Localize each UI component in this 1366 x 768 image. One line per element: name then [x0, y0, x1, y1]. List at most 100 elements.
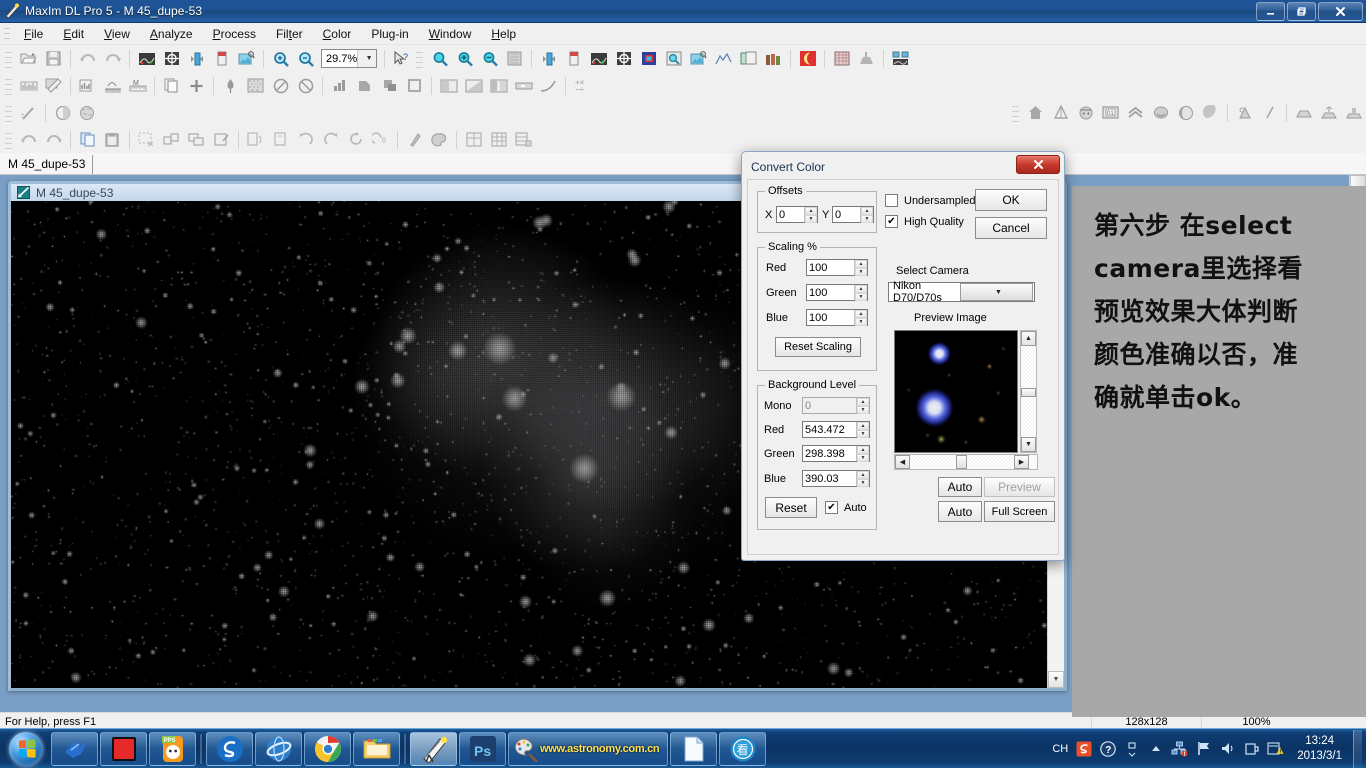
- preview-auto-button-1[interactable]: Auto: [938, 477, 982, 497]
- help-pointer-icon[interactable]: ?: [390, 48, 413, 70]
- spin-up-icon[interactable]: ▲: [861, 207, 873, 215]
- stack-icon[interactable]: [737, 48, 760, 70]
- menu-edit[interactable]: Edit: [53, 25, 94, 43]
- offset-y-spinner[interactable]: ▲▼: [832, 206, 874, 223]
- spinner-buttons[interactable]: ▲ ▼: [854, 310, 867, 326]
- background-auto-checkbox[interactable]: ✔ Auto: [825, 501, 867, 514]
- spinner-buttons[interactable]: ▲ ▼: [854, 260, 867, 276]
- noise-icon[interactable]: [244, 75, 267, 97]
- spin-down-icon[interactable]: ▼: [857, 454, 869, 462]
- mosaic-icon[interactable]: [889, 48, 912, 70]
- bg-blue-input[interactable]: [803, 471, 856, 486]
- zoom-in-magnifier-icon[interactable]: [453, 48, 476, 70]
- spinner-buttons[interactable]: ▲ ▼: [804, 207, 817, 223]
- spinner-buttons[interactable]: ▲ ▼: [856, 471, 869, 487]
- checkbox-box[interactable]: ✔: [825, 501, 838, 514]
- toolbar-grip[interactable]: [5, 76, 12, 95]
- square-icon[interactable]: [403, 75, 426, 97]
- moon-icon[interactable]: [796, 48, 819, 70]
- checkbox-box[interactable]: ✔: [885, 215, 898, 228]
- flag-icon[interactable]: [1195, 740, 1212, 757]
- show-desktop-button[interactable]: [1353, 729, 1362, 768]
- undersampled-checkbox[interactable]: Undersampled: [885, 194, 976, 207]
- tray2-icon[interactable]: [1317, 102, 1340, 124]
- circle-slash-icon[interactable]: [269, 75, 292, 97]
- select-camera-combobox[interactable]: Nikon D70/D70s ▼: [888, 280, 1035, 304]
- spin-down-icon[interactable]: ▼: [857, 430, 869, 438]
- spinner-buttons[interactable]: ▲ ▼: [856, 422, 869, 438]
- spin-down-icon[interactable]: ▼: [805, 215, 817, 223]
- color-frame-icon[interactable]: [637, 48, 660, 70]
- maximize-button[interactable]: [1287, 2, 1316, 21]
- redo-icon[interactable]: [42, 129, 65, 151]
- taskbar-item-astronomy[interactable]: www.astronomy.com.cn: [508, 731, 668, 766]
- taskbar-item-photoshop[interactable]: Ps: [459, 731, 506, 766]
- flip-icon[interactable]: [537, 48, 560, 70]
- taskbar-item-kan[interactable]: 看: [719, 731, 766, 766]
- ime-indicator[interactable]: CH: [1052, 740, 1068, 757]
- menu-filter[interactable]: Filter: [266, 25, 313, 43]
- preview-hscroll-thumb[interactable]: [956, 455, 967, 469]
- planet-icon[interactable]: [51, 102, 74, 124]
- taskbar-item-sogou[interactable]: [206, 731, 253, 766]
- edit-shape-icon[interactable]: [210, 129, 233, 151]
- calibrate-icon[interactable]: [210, 48, 233, 70]
- calibrate-icon[interactable]: [562, 48, 585, 70]
- wand-icon[interactable]: [17, 102, 40, 124]
- spinner-buttons[interactable]: ▲ ▼: [860, 207, 873, 223]
- table3-icon[interactable]: [512, 129, 535, 151]
- preview-image-box[interactable]: [894, 330, 1018, 453]
- dialog-close-button[interactable]: [1016, 155, 1060, 174]
- spin-up-icon[interactable]: ▲: [805, 207, 817, 215]
- redo-icon[interactable]: [101, 48, 124, 70]
- reset-background-button[interactable]: Reset: [765, 497, 817, 518]
- grid-icon[interactable]: [830, 48, 853, 70]
- full-screen-button[interactable]: Full Screen: [984, 501, 1055, 522]
- slash-icon[interactable]: [1258, 102, 1281, 124]
- shapes-icon[interactable]: [353, 75, 376, 97]
- copy-info-icon[interactable]: [160, 75, 183, 97]
- tray1-icon[interactable]: [1292, 102, 1315, 124]
- chevrons-icon[interactable]: [1124, 102, 1147, 124]
- table2-icon[interactable]: [487, 129, 510, 151]
- help-icon[interactable]: ?: [1099, 740, 1116, 757]
- histogram-icon[interactable]: [17, 75, 40, 97]
- preview-auto-button-2[interactable]: Auto: [938, 501, 982, 522]
- table1-icon[interactable]: [462, 129, 485, 151]
- undo-icon[interactable]: [17, 129, 40, 151]
- pencil-icon[interactable]: [403, 129, 426, 151]
- taskbar-item-chrome[interactable]: [304, 731, 351, 766]
- crosshair-icon[interactable]: [612, 48, 635, 70]
- batch-process-icon[interactable]: [687, 48, 710, 70]
- scaling-blue-spinner[interactable]: ▲▼: [806, 309, 868, 326]
- scaling-green-input[interactable]: [807, 285, 854, 300]
- spin-down-icon[interactable]: ▼: [855, 318, 867, 326]
- taskbar-item-red[interactable]: [100, 731, 147, 766]
- preview-scroll-right-icon[interactable]: ▶: [1014, 455, 1029, 469]
- reset-scaling-button[interactable]: Reset Scaling: [775, 337, 861, 357]
- chevron-down-icon[interactable]: ▼: [960, 283, 1033, 301]
- column-graph-icon[interactable]: [76, 75, 99, 97]
- moon-crescent-icon[interactable]: [1199, 102, 1222, 124]
- rotate-left-icon[interactable]: [294, 129, 317, 151]
- taskbar-item-bird[interactable]: [51, 731, 98, 766]
- dither1-icon[interactable]: [437, 75, 460, 97]
- add-icon[interactable]: [185, 75, 208, 97]
- menu-help[interactable]: Help: [481, 25, 526, 43]
- magnitude-icon[interactable]: M: [126, 75, 149, 97]
- scaling-green-spinner[interactable]: ▲▼: [806, 284, 868, 301]
- spin-up-icon[interactable]: ▲: [855, 310, 867, 318]
- scaling-red-spinner[interactable]: ▲▼: [806, 259, 868, 276]
- minimize-button[interactable]: [1256, 2, 1285, 21]
- pin-icon[interactable]: [219, 75, 242, 97]
- toolbar-grip[interactable]: [5, 103, 12, 122]
- flip-icon[interactable]: [185, 48, 208, 70]
- zoom-fit-icon[interactable]: [503, 48, 526, 70]
- menu-process[interactable]: Process: [203, 25, 266, 43]
- copy-icon[interactable]: [76, 129, 99, 151]
- strip-icon[interactable]: [512, 75, 535, 97]
- spin-down-icon[interactable]: ▼: [861, 215, 873, 223]
- dither3-icon[interactable]: [487, 75, 510, 97]
- spin-down-icon[interactable]: ▼: [855, 293, 867, 301]
- action-center-icon[interactable]: !: [1267, 740, 1284, 757]
